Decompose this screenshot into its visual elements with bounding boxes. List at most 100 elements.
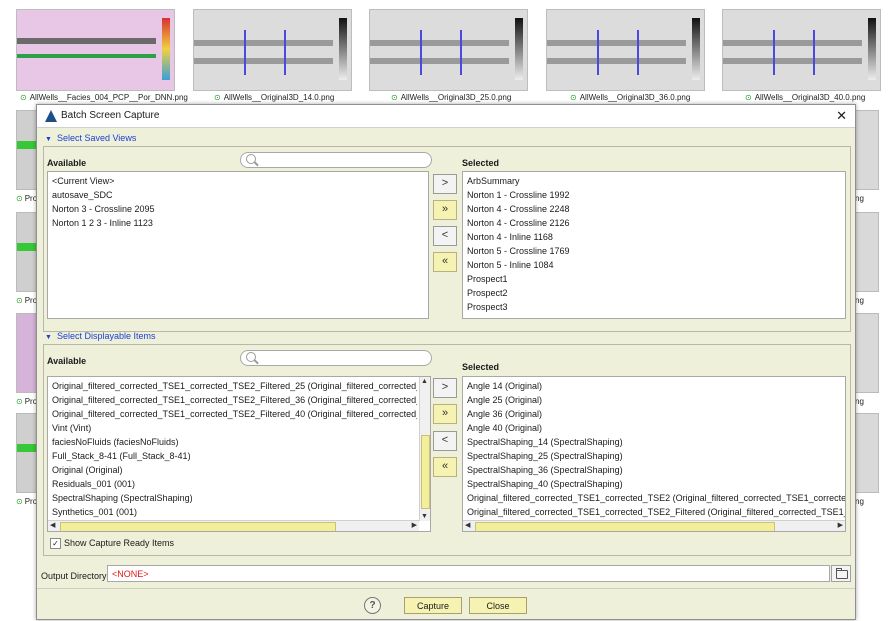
output-directory-label: Output Directory: [41, 571, 110, 581]
scroll-left-icon[interactable]: ◀ [465, 521, 470, 529]
list-item[interactable]: Norton 4 - Inline 1168 [467, 230, 845, 244]
thumbnail-image[interactable] [853, 413, 879, 493]
show-capture-ready-label: Show Capture Ready Items [64, 538, 175, 548]
list-item[interactable]: ArbSummary [467, 174, 845, 188]
saved-views-search-input[interactable] [240, 152, 432, 168]
add-view-button[interactable]: > [433, 174, 457, 194]
list-item[interactable]: autosave_SDC [52, 188, 428, 202]
list-item[interactable]: SpectralShaping_40 (SpectralShaping) [467, 477, 845, 491]
output-directory-field[interactable]: <NONE> [107, 565, 830, 582]
thumbnail-label: ⊙ Pro [16, 194, 38, 203]
saved-views-header[interactable]: ▼ Select Saved Views [45, 133, 136, 143]
list-item[interactable]: SpectralShaping_14 (SpectralShaping) [467, 435, 845, 449]
list-item[interactable]: Original_filtered_corrected_TSE1_correct… [467, 505, 845, 519]
available-items-list[interactable]: Original_filtered_corrected_TSE1_correct… [47, 376, 431, 532]
thumbnail-label: ⊙ Pro [16, 397, 38, 406]
batch-screen-capture-dialog: Batch Screen Capture ✕ ▼ Select Saved Vie… [36, 104, 856, 620]
add-item-button[interactable]: > [433, 378, 457, 398]
list-item[interactable]: Original_filtered_corrected_TSE1_correct… [52, 393, 417, 407]
displayable-items-search-input[interactable] [240, 350, 432, 366]
list-item[interactable]: <Current View> [52, 174, 428, 188]
thumbnail-image[interactable] [546, 9, 705, 91]
scrollbar-thumb[interactable] [60, 522, 336, 531]
browse-folder-button[interactable] [831, 565, 851, 582]
list-item[interactable]: Vint (Vint) [52, 421, 417, 435]
dialog-title: Batch Screen Capture [61, 110, 160, 121]
vertical-scrollbar[interactable]: ▲ ▼ [419, 377, 430, 521]
check-circle-icon: ⊙ [16, 296, 23, 305]
horizontal-scrollbar[interactable]: ◀ ▶ [48, 520, 419, 531]
add-all-views-button[interactable]: » [433, 200, 457, 220]
selected-items-list[interactable]: Angle 14 (Original) Angle 25 (Original) … [462, 376, 846, 532]
check-circle-icon: ⊙ [20, 93, 27, 102]
saved-views-group: Available Selected <Current View> autosa… [43, 146, 851, 332]
list-item[interactable]: Prospect3 [467, 300, 845, 314]
scrollbar-thumb[interactable] [421, 435, 430, 509]
scroll-up-icon[interactable]: ▲ [421, 378, 428, 385]
remove-item-button[interactable]: < [433, 431, 457, 451]
list-item[interactable]: Norton 5 - Crossline 1769 [467, 244, 845, 258]
list-item[interactable]: SpectralShaping_36 (SpectralShaping) [467, 463, 845, 477]
thumbnail-image[interactable] [722, 9, 881, 91]
check-circle-icon: ⊙ [16, 497, 23, 506]
search-icon [246, 154, 256, 164]
list-item[interactable]: Original_filtered_corrected_TSE1_correct… [52, 379, 417, 393]
list-item[interactable]: Angle 14 (Original) [467, 379, 845, 393]
scroll-down-icon[interactable]: ▼ [421, 513, 428, 520]
list-item[interactable]: SpectralShaping_25 (SpectralShaping) [467, 449, 845, 463]
list-item[interactable]: Norton 4 - Crossline 2248 [467, 202, 845, 216]
scroll-right-icon[interactable]: ▶ [838, 521, 843, 529]
available-views-list[interactable]: <Current View> autosave_SDC Norton 3 - C… [47, 171, 429, 319]
list-item[interactable]: Norton 3 - Crossline 2095 [52, 202, 428, 216]
close-icon[interactable]: ✕ [836, 108, 847, 124]
list-item[interactable]: Prospect2 [467, 286, 845, 300]
scroll-right-icon[interactable]: ▶ [412, 521, 417, 529]
list-item[interactable]: Original (Original) [52, 463, 417, 477]
capture-button[interactable]: Capture [404, 597, 462, 614]
list-item[interactable]: Original_filtered_corrected_TSE1_correct… [52, 407, 417, 421]
close-button[interactable]: Close [469, 597, 527, 614]
list-item[interactable]: Full_Stack_8-41 (Full_Stack_8-41) [52, 449, 417, 463]
dialog-titlebar[interactable]: Batch Screen Capture ✕ [37, 105, 855, 128]
displayable-items-header[interactable]: ▼ Select Displayable Items [45, 331, 155, 341]
displayable-items-group: Available Selected Original_filtered_cor… [43, 344, 851, 556]
list-item[interactable]: Norton 1 - Crossline 1992 [467, 188, 845, 202]
list-item[interactable]: Norton 5 - Inline 1084 [467, 258, 845, 272]
list-item[interactable]: faciesNoFluids (faciesNoFluids) [52, 435, 417, 449]
remove-view-button[interactable]: < [433, 226, 457, 246]
list-item[interactable]: Residuals_001 (001) [52, 477, 417, 491]
list-item[interactable]: SpectralShaping (SpectralShaping) [52, 491, 417, 505]
thumbnail-image[interactable] [853, 313, 879, 393]
list-item[interactable]: Norton 4 - Crossline 2126 [467, 216, 845, 230]
scrollbar-thumb[interactable] [475, 522, 775, 531]
list-item[interactable]: Norton 1 2 3 - Inline 1123 [52, 216, 428, 230]
list-item[interactable]: Angle 25 (Original) [467, 393, 845, 407]
folder-icon [836, 568, 848, 579]
scroll-left-icon[interactable]: ◀ [50, 521, 55, 529]
selected-views-list[interactable]: ArbSummary Norton 1 - Crossline 1992 Nor… [462, 171, 846, 319]
show-capture-ready-checkbox[interactable]: ✓ [50, 538, 61, 549]
horizontal-scrollbar[interactable]: ◀ ▶ [463, 520, 845, 531]
list-item[interactable]: Synthetics_001 (001) [52, 505, 417, 519]
thumbnail-label: ⊙ AllWells__Original3D_14.0.png [214, 93, 335, 102]
thumbnail-label: ⊙ AllWells__Original3D_25.0.png [391, 93, 512, 102]
list-item[interactable]: Angle 36 (Original) [467, 407, 845, 421]
thumbnail-image[interactable] [193, 9, 352, 91]
thumbnail-image[interactable] [853, 110, 879, 190]
available-views-label: Available [47, 158, 87, 168]
remove-all-views-button[interactable]: « [433, 252, 457, 272]
add-all-items-button[interactable]: » [433, 404, 457, 424]
thumbnail-image[interactable] [853, 212, 879, 292]
check-circle-icon: ⊙ [16, 194, 23, 203]
list-item[interactable]: Original_filtered_corrected_TSE1_correct… [467, 491, 845, 505]
thumbnail-image[interactable] [16, 9, 175, 91]
thumbnail-label: ng [855, 296, 864, 305]
thumbnail-image[interactable] [369, 9, 528, 91]
thumbnail-label: ng [855, 497, 864, 506]
check-circle-icon: ⊙ [16, 397, 23, 406]
list-item[interactable]: Prospect1 [467, 272, 845, 286]
help-button[interactable]: ? [364, 597, 381, 614]
remove-all-items-button[interactable]: « [433, 457, 457, 477]
footer-divider [37, 588, 855, 589]
list-item[interactable]: Angle 40 (Original) [467, 421, 845, 435]
